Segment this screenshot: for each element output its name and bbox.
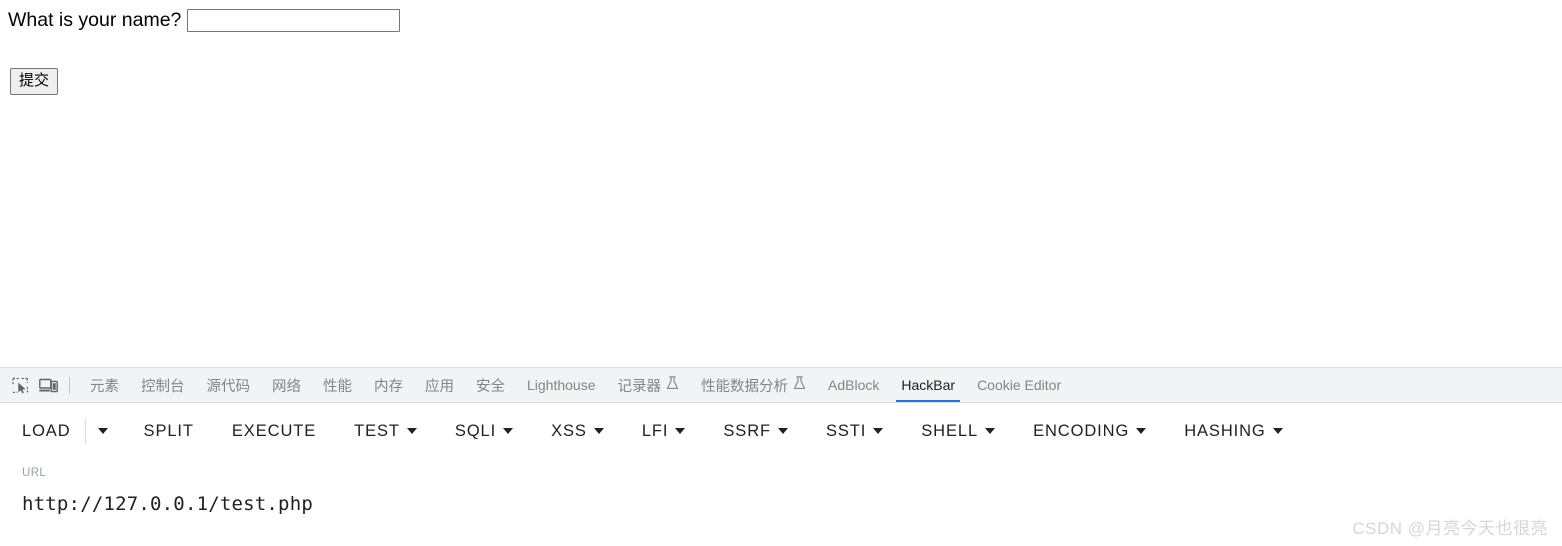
tab-label: 记录器: [617, 378, 662, 395]
submit-button[interactable]: 提交: [10, 68, 59, 95]
flask-icon: [793, 376, 806, 394]
name-form: What is your name?: [8, 8, 1554, 32]
button-label: LFI: [641, 421, 669, 440]
tab-console[interactable]: 控制台: [130, 368, 196, 402]
submit-row: 提交: [8, 68, 1554, 95]
devtools-panel: 元素 控制台 源代码 网络 性能 内存 应用 安全 Lighthouse 记录器: [0, 367, 1562, 546]
tab-cookie-editor[interactable]: Cookie Editor: [966, 368, 1072, 402]
tab-label: 控制台: [141, 378, 185, 395]
button-label: SPLIT: [143, 421, 194, 440]
chevron-down-icon: [406, 428, 417, 434]
chevron-down-icon: [593, 428, 604, 434]
tab-recorder[interactable]: 记录器: [607, 368, 691, 402]
tab-security[interactable]: 安全: [465, 368, 516, 402]
tab-hackbar[interactable]: HackBar: [890, 368, 966, 402]
hackbar-hashing-menu[interactable]: HASHING: [1184, 421, 1283, 441]
toolbar-divider: [69, 376, 70, 394]
url-field-input[interactable]: http://127.0.0.1/test.php: [22, 489, 1562, 519]
tab-label: 元素: [90, 378, 119, 395]
chevron-down-icon: [873, 428, 884, 434]
button-label: EXECUTE: [231, 421, 317, 440]
hackbar-sqli-menu[interactable]: SQLI: [454, 421, 514, 441]
tab-application[interactable]: 应用: [414, 368, 465, 402]
url-field-label: URL: [22, 467, 47, 479]
chevron-down-icon: [97, 428, 108, 434]
tab-lighthouse[interactable]: Lighthouse: [516, 368, 607, 402]
button-label: ENCODING: [1033, 421, 1130, 440]
device-toolbar-icon[interactable]: [34, 371, 62, 399]
tab-label: 网络: [272, 378, 301, 395]
hackbar-url-block: URL http://127.0.0.1/test.php: [0, 465, 1562, 519]
tab-network[interactable]: 网络: [261, 368, 312, 402]
web-page-content: What is your name? 提交: [0, 0, 1562, 367]
hackbar-split-button[interactable]: SPLIT: [144, 422, 194, 441]
chevron-down-icon: [778, 428, 788, 434]
tab-performance-insights[interactable]: 性能数据分析: [690, 368, 817, 402]
chevron-down-icon: [985, 428, 996, 434]
tab-performance[interactable]: 性能: [312, 368, 363, 402]
flask-icon: [666, 376, 679, 394]
hackbar-test-menu[interactable]: TEST: [354, 422, 417, 441]
button-label: SQLI: [454, 421, 497, 440]
button-label: SSRF: [723, 421, 771, 440]
name-input[interactable]: [187, 8, 401, 32]
chevron-down-icon: [503, 428, 514, 434]
tab-label: Cookie Editor: [977, 377, 1062, 393]
tab-sources[interactable]: 源代码: [196, 368, 262, 402]
load-divider: [84, 418, 86, 444]
tab-label: 内存: [374, 378, 403, 395]
hackbar-encoding-menu[interactable]: ENCODING: [1033, 421, 1147, 441]
button-label: SSTI: [826, 421, 867, 440]
tab-label: 性能: [323, 378, 352, 395]
hackbar-execute-button[interactable]: EXECUTE: [232, 422, 316, 441]
tab-elements[interactable]: 元素: [79, 368, 130, 402]
csdn-watermark: CSDN @月亮今天也很亮: [1352, 519, 1548, 538]
chevron-down-icon: [1136, 428, 1147, 434]
chevron-down-icon: [675, 428, 686, 434]
tab-label: 源代码: [206, 378, 251, 395]
tab-label: Lighthouse: [527, 377, 596, 393]
hackbar-shell-menu[interactable]: SHELL: [921, 421, 996, 441]
button-label: SHELL: [921, 421, 979, 440]
inspect-element-icon[interactable]: [6, 371, 34, 399]
tab-label: 安全: [476, 378, 505, 395]
hackbar-panel: LOAD SPLIT EXECUTE TEST SQLI XSS LFI SSR…: [0, 403, 1562, 545]
button-label: TEST: [354, 421, 400, 440]
hackbar-ssti-menu[interactable]: SSTI: [826, 421, 884, 441]
hackbar-lfi-menu[interactable]: LFI: [642, 422, 686, 441]
button-label: LOAD: [22, 421, 71, 440]
button-label: HASHING: [1184, 421, 1266, 440]
button-label: XSS: [551, 421, 587, 440]
hackbar-load-dropdown-button[interactable]: [90, 418, 116, 444]
tab-label: HackBar: [901, 377, 956, 393]
tab-memory[interactable]: 内存: [363, 368, 414, 402]
hackbar-ssrf-menu[interactable]: SSRF: [723, 422, 788, 441]
chevron-down-icon: [1272, 428, 1283, 434]
tab-label: 应用: [425, 378, 454, 395]
hackbar-toolbar: LOAD SPLIT EXECUTE TEST SQLI XSS LFI SSR…: [0, 403, 1562, 459]
hackbar-load-button[interactable]: LOAD: [22, 422, 71, 441]
tab-adblock[interactable]: AdBlock: [817, 368, 890, 402]
hackbar-xss-menu[interactable]: XSS: [551, 422, 604, 441]
question-label: What is your name?: [8, 9, 182, 31]
tab-label: AdBlock: [828, 377, 880, 393]
tab-label: 性能数据分析: [701, 378, 789, 395]
devtools-tab-bar: 元素 控制台 源代码 网络 性能 内存 应用 安全 Lighthouse 记录器: [0, 367, 1562, 403]
